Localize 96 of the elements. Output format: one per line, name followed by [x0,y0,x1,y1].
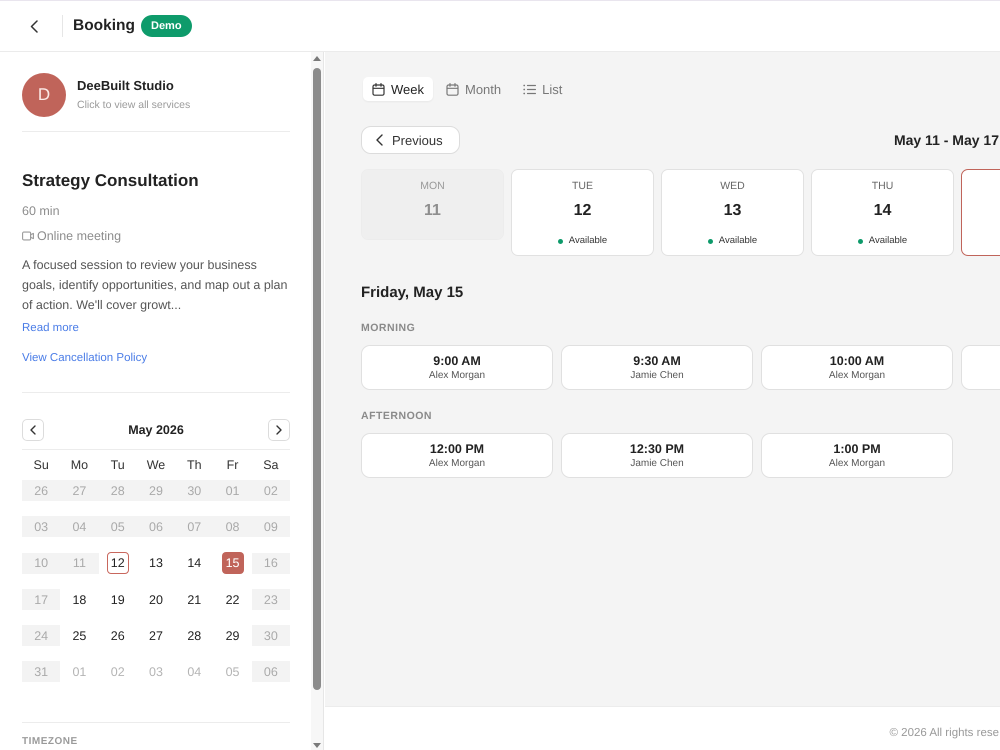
chevron-left-icon [376,134,383,146]
calendar-day[interactable]: 02 [252,480,290,501]
period-label: MORNING [361,322,416,334]
chevron-left-icon[interactable] [30,20,38,32]
calendar-day[interactable]: 17 [22,589,60,610]
calendar-day[interactable]: 25 [60,625,99,646]
service-title: Strategy Consultation [22,171,200,191]
calendar-day[interactable]: 26 [22,480,60,501]
calendar-day[interactable]: 14 [175,552,214,574]
calendar-day[interactable]: 01 [60,661,99,682]
calendar-day[interactable]: 23 [252,589,290,610]
calendar-day[interactable]: 22 [213,589,252,610]
calendar-day[interactable]: 28 [175,625,214,646]
calendar-day[interactable]: 12 [106,552,129,574]
date-range-title: May 11 - May 17 [894,132,999,148]
calendar-day[interactable]: 07 [175,516,214,537]
month-title: May 2026 [128,423,184,437]
calendar-day[interactable]: 06 [136,516,176,537]
calendar-day[interactable]: 27 [60,480,99,501]
calendar-day[interactable]: 30 [252,625,290,646]
day-card[interactable]: THU 14 Available [811,169,954,256]
calendar-day[interactable]: 19 [98,589,137,610]
calendar-day[interactable]: 24 [22,625,60,646]
status-dot-icon [858,238,863,244]
calendar-day[interactable]: 16 [252,552,290,574]
view-tab[interactable]: Week [363,77,433,101]
time-slot[interactable]: 10:00 AM Alex Morgan [761,345,953,390]
calendar-day[interactable]: 05 [98,516,137,537]
chevron-right-icon [276,425,282,435]
status-dot-icon [708,238,713,244]
weekday-label: Su [32,457,50,474]
calendar-day[interactable]: 28 [98,480,137,501]
calendar-icon [446,82,459,96]
provider-subtitle: Click to view all services [77,99,190,112]
mode-badge: Demo [141,15,192,37]
weekday-label: Sa [262,457,280,474]
calendar-day[interactable]: 05 [213,661,252,682]
previous-month-button[interactable] [22,419,44,441]
weekday-label: Mo [70,457,90,474]
calendar-day[interactable]: 01 [213,480,252,501]
next-month-button[interactable] [268,419,290,441]
view-tab[interactable]: List [514,77,572,101]
calendar-day[interactable]: 03 [22,516,60,537]
time-slot[interactable]: 12:30 PM Jamie Chen [561,433,753,478]
previous-button[interactable]: Previous [361,126,460,154]
view-tab[interactable]: Month [437,77,510,101]
time-slot[interactable]: 1:00 PM Alex Morgan [761,433,953,478]
description-text: A focused session to review your business goals, identify opportunities, and map out a plan of action. We'll cover growt... [22,257,288,314]
calendar-day[interactable]: 26 [98,625,137,646]
calendar-icon [372,82,385,96]
calendar-day[interactable]: 11 [60,552,99,574]
time-slot[interactable]: 9:00 AM Alex Morgan [361,345,553,390]
copyright-text: © 2026 All rights rese [890,726,999,738]
status-dot-icon [558,238,563,244]
avatar: D [22,73,66,117]
calendar-day[interactable]: 15 [222,552,244,574]
duration-text: 60 min [22,203,61,220]
weekday-label: Tu [110,457,126,474]
calendar-day[interactable]: 06 [252,661,290,682]
cancellation-policy-link[interactable]: View Cancellation Policy [22,352,148,364]
video-camera-icon [22,231,34,241]
selected-day-title: Friday, May 15 [361,284,464,302]
calendar-day[interactable]: 18 [60,589,99,610]
calendar-day[interactable]: 27 [136,625,176,646]
calendar-day[interactable]: 04 [60,516,99,537]
weekday-label: We [146,457,166,474]
time-slot[interactable]: 12:00 PM Alex Morgan [361,433,553,478]
calendar-day[interactable]: 02 [98,661,137,682]
location-text: Online meeting [37,228,122,245]
calendar-day[interactable]: 10 [22,552,60,574]
period-label: AFTERNOON [361,410,433,422]
scrollbar-thumb[interactable] [313,68,321,690]
calendar-day[interactable]: 31 [22,661,60,682]
calendar-day[interactable]: 03 [136,661,176,682]
calendar-day[interactable]: 20 [136,589,176,610]
provider-name[interactable]: DeeBuilt Studio [77,78,190,94]
weekday-label: Th [186,457,203,474]
timezone-label: TIMEZONE [22,736,79,748]
calendar-day[interactable]: 29 [136,480,176,501]
time-slot[interactable]: 9:30 AM Jamie Chen [561,345,753,390]
caret-up-icon[interactable] [313,56,321,61]
caret-down-icon[interactable] [313,743,321,748]
weekday-label: Fr [226,457,240,474]
list-icon [523,84,536,94]
page-title: Booking [73,17,135,35]
calendar-day[interactable]: 08 [213,516,252,537]
calendar-day[interactable]: 04 [175,661,214,682]
calendar-day[interactable]: 30 [175,480,214,501]
calendar-day[interactable]: 09 [252,516,290,537]
calendar-day[interactable]: 13 [136,552,176,574]
calendar-day[interactable]: 21 [175,589,214,610]
chevron-left-icon [30,425,36,435]
day-card[interactable]: TUE 12 Available [511,169,654,256]
calendar-day[interactable]: 29 [213,625,252,646]
read-more-link[interactable]: Read more [22,322,79,334]
day-card[interactable]: WED 13 Available [661,169,804,256]
